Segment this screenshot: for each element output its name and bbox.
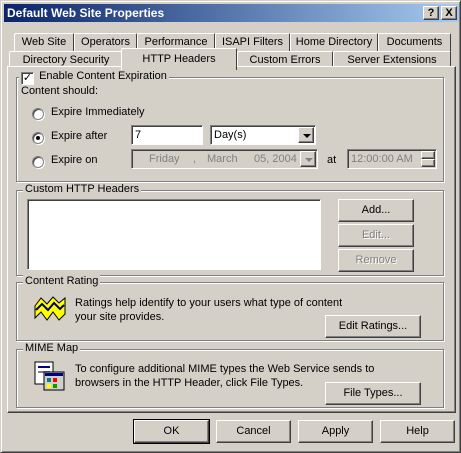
button-label: OK [163, 425, 180, 437]
date-day-year: 05, 2004 [254, 153, 297, 165]
edit-header-button[interactable]: Edit... [338, 224, 414, 247]
content-rating-group: Content Rating Ratings help identify to … [16, 275, 444, 341]
expire-on-date-picker[interactable]: Friday , March 05, 2004 [131, 149, 318, 169]
at-label: at [327, 154, 337, 166]
chevron-down-icon [305, 158, 313, 162]
tab-label: ISAPI Filters [221, 36, 284, 48]
close-button[interactable]: X [441, 6, 457, 20]
file-types-icon [34, 361, 65, 391]
date-weekday: Friday [149, 153, 180, 165]
expire-immediately-radio[interactable] [32, 108, 44, 120]
properties-dialog: Default Web Site Properties ? X Web Site… [0, 0, 461, 453]
content-should-label: Content should: [21, 85, 99, 97]
button-label: Edit... [361, 229, 391, 241]
enable-expiration-row[interactable]: ✓ Enable Content Expiration [19, 70, 169, 85]
custom-headers-title: Custom HTTP Headers [23, 183, 142, 195]
expire-immediately-label: Expire Immediately [51, 106, 145, 118]
expire-on-time-input[interactable]: 12:00:00 AM [347, 149, 437, 169]
content-rating-title: Content Rating [23, 275, 101, 287]
apply-button[interactable]: Apply [298, 420, 373, 443]
button-label: Edit Ratings... [338, 320, 408, 332]
date-month: March [207, 153, 238, 165]
help-button[interactable]: Help [380, 420, 455, 443]
expire-after-label: Expire after [51, 130, 108, 142]
button-label: Apply [321, 425, 350, 437]
mime-map-title: MIME Map [23, 342, 81, 354]
cancel-button[interactable]: Cancel [216, 420, 291, 443]
tab-label: Documents [386, 36, 443, 48]
enable-expiration-checkbox[interactable]: ✓ [21, 72, 34, 85]
unit-selected-value: Day(s) [214, 129, 247, 141]
content-expiration-group: ✓ Enable Content Expiration Content shou… [16, 70, 444, 182]
ok-button[interactable]: OK [133, 419, 210, 444]
unit-dropdown-button[interactable] [298, 127, 314, 143]
expire-on-label: Expire on [51, 154, 98, 166]
time-spin-up[interactable] [421, 151, 435, 159]
help-title-button[interactable]: ? [423, 6, 439, 20]
tab-label: Server Extensions [347, 54, 437, 66]
tab-label: Performance [144, 36, 208, 48]
expire-after-radio[interactable] [32, 132, 44, 144]
button-label: Remove [355, 254, 397, 266]
edit-ratings-button[interactable]: Edit Ratings... [325, 315, 421, 338]
chevron-down-icon [303, 134, 311, 138]
tab-http-headers[interactable]: HTTP Headers [121, 48, 237, 70]
expire-on-radio[interactable] [32, 156, 44, 168]
time-spin-down[interactable] [421, 159, 435, 167]
content-rating-description: Ratings help identify to your users what… [75, 297, 343, 323]
custom-headers-group: Custom HTTP Headers Add... Edit... Remov… [16, 183, 444, 276]
date-separator: , [193, 153, 197, 165]
http-headers-panel: ✓ Enable Content Expiration Content shou… [7, 66, 456, 413]
expire-after-unit-select[interactable]: Day(s) [210, 125, 316, 145]
enable-expiration-label: Enable Content Expiration [39, 70, 167, 82]
expire-after-value-input[interactable]: 7 [131, 125, 203, 145]
title-bar[interactable]: Default Web Site Properties ? X [4, 4, 459, 22]
file-types-button[interactable]: File Types... [325, 382, 421, 405]
button-label: Cancel [236, 425, 271, 437]
remove-header-button[interactable]: Remove [338, 249, 414, 272]
time-value: 12:00:00 AM [351, 153, 413, 165]
tab-label: Custom Errors [249, 54, 321, 66]
add-header-button[interactable]: Add... [338, 199, 414, 222]
tab-label: Operators [81, 36, 130, 48]
window-title: Default Web Site Properties [7, 6, 165, 20]
button-label: Add... [361, 204, 391, 216]
tab-home-directory[interactable]: Home Directory [290, 33, 378, 53]
mime-map-group: MIME Map To configure additional MIME ty… [16, 342, 444, 408]
tab-label: HTTP Headers [142, 53, 216, 65]
tab-label: Directory Security [22, 54, 110, 66]
button-label: File Types... [343, 387, 403, 399]
tab-label: Home Directory [295, 36, 373, 48]
ratings-icon [34, 296, 66, 321]
date-dropdown-button[interactable] [300, 151, 316, 167]
button-label: Help [406, 425, 429, 437]
tab-web-site[interactable]: Web Site [14, 33, 74, 53]
custom-headers-list[interactable] [27, 199, 321, 270]
tab-documents[interactable]: Documents [378, 33, 451, 53]
tab-label: Web Site [21, 36, 67, 48]
